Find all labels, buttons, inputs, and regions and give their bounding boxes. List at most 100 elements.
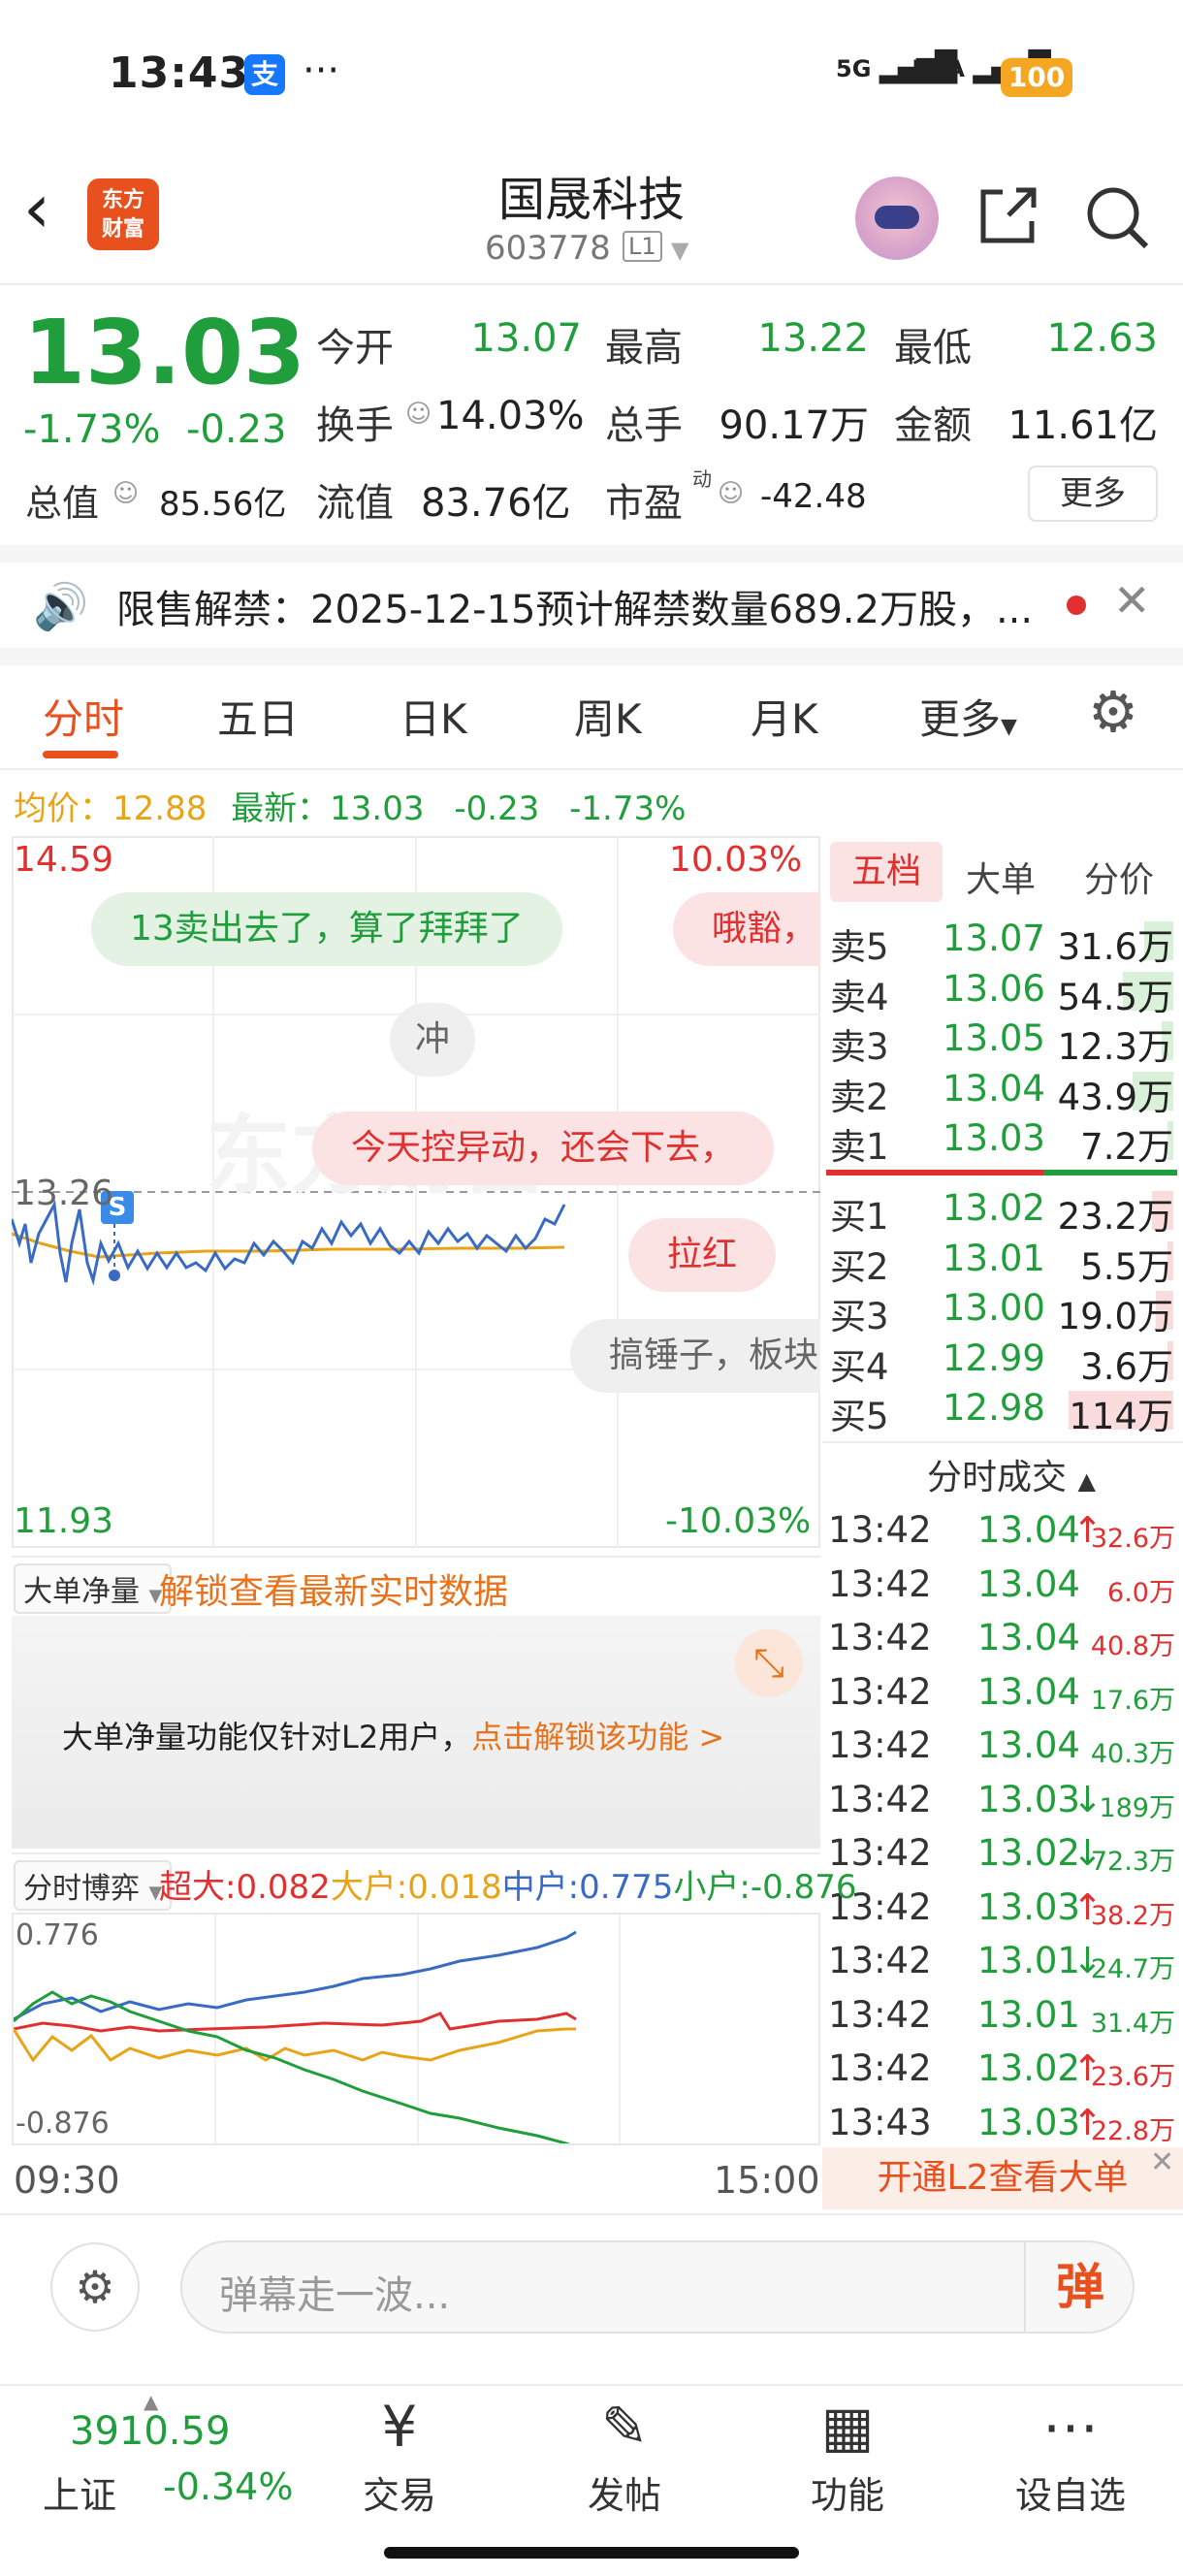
level-label: 卖1: [830, 1126, 889, 1168]
speaker-icon: 🔊: [33, 580, 89, 632]
game-y-top: 0.776: [16, 1918, 99, 1952]
ask-level-row[interactable]: 卖1 13.03 7.2万: [826, 1113, 1177, 1168]
change-percent: -1.73%: [23, 407, 161, 452]
locked-message: 大单净量功能仅针对L2用户，点击解锁该功能 >: [62, 1713, 724, 1757]
unlock-link[interactable]: 解锁查看最新实时数据: [159, 1563, 508, 1614]
index-value-text: 3910.59: [70, 2409, 231, 2454]
level-label: 卖3: [830, 1026, 889, 1068]
search-icon[interactable]: [1082, 182, 1152, 252]
expand-icon[interactable]: ⤡: [735, 1629, 803, 1697]
tick-time: 13:42: [828, 1940, 932, 1981]
bid-level-row[interactable]: 买4 12.99 3.6万: [826, 1334, 1177, 1388]
tab-daily-k[interactable]: 日K: [400, 687, 467, 746]
nav-post[interactable]: ✎ 发帖: [547, 2394, 702, 2519]
share-icon[interactable]: [974, 182, 1041, 250]
level-volume: 19.0万: [1057, 1296, 1173, 1337]
nav-trade[interactable]: ¥ 交易: [322, 2394, 477, 2519]
danmu-bubble[interactable]: 今天控异动，还会下去，: [312, 1111, 775, 1185]
high-label: 最高: [605, 326, 683, 370]
level-volume: 23.2万: [1057, 1196, 1173, 1238]
tick-row: 13:42 13.03 ↓ 189万: [826, 1775, 1181, 1828]
tick-price: 13.01: [977, 1993, 1080, 2036]
nav-functions[interactable]: ▦ 功能: [770, 2394, 925, 2519]
big-order-dropdown[interactable]: 大单净量 ▼: [14, 1563, 173, 1614]
danmu-bubble[interactable]: 哦豁，: [673, 892, 820, 966]
danmu-bubble[interactable]: 搞锤子，板块: [570, 1319, 820, 1393]
tab-monthly-k[interactable]: 月K: [751, 687, 818, 746]
tab-big-orders[interactable]: 大单: [966, 852, 1036, 902]
gear-icon[interactable]: ⚙: [1088, 679, 1138, 745]
close-icon[interactable]: ✕: [1150, 2145, 1174, 2179]
tab-intraday[interactable]: 分时: [43, 687, 124, 746]
open-label: 今开: [316, 326, 394, 370]
danmu-send-button[interactable]: 弹: [1024, 2240, 1135, 2334]
danmu-bubble[interactable]: 13卖出去了，算了拜拜了: [91, 892, 562, 966]
danmu-settings-icon[interactable]: ⚙: [50, 2242, 140, 2332]
tab-five-day[interactable]: 五日: [217, 687, 299, 746]
float-label: 流值: [316, 481, 394, 526]
alipay-icon: 支: [244, 54, 285, 95]
pe-label: 市盈: [605, 481, 683, 526]
section-divider: [0, 648, 1183, 665]
bid-level-row[interactable]: 买3 13.00 19.0万: [826, 1283, 1177, 1337]
tick-price: 13.02: [977, 2047, 1080, 2089]
tab-more[interactable]: 更多▼: [919, 687, 1017, 746]
level-badge[interactable]: L1: [623, 231, 662, 262]
danmu-bubble[interactable]: 冲: [390, 1003, 476, 1077]
chevron-down-icon[interactable]: ▼: [671, 237, 688, 264]
more-notifications-icon: ···: [303, 48, 340, 93]
tick-row: 13:42 13.04 ↑ 32.6万: [826, 1505, 1181, 1559]
tick-price: 13.02: [977, 1832, 1080, 1874]
level-volume: 3.6万: [1080, 1345, 1173, 1388]
tick-row: 13:42 13.01 ↓ 24.7万: [826, 1936, 1181, 1989]
nav-watchlist[interactable]: ⋯ 设自选: [993, 2394, 1148, 2519]
info-icon[interactable]: ☺: [112, 479, 139, 508]
panel-divider: [12, 1852, 820, 1854]
tick-row: 13:42 13.04 40.3万: [826, 1721, 1181, 1774]
super-label: 超大:: [159, 1868, 237, 1907]
notice-text[interactable]: 限售解禁：2025-12-15预计解禁数量689.2万股，...: [116, 578, 1033, 634]
tick-volume: 6.0万: [1107, 1577, 1175, 1608]
ask-level-row[interactable]: 卖3 13.05 12.3万: [826, 1014, 1177, 1068]
close-icon[interactable]: ✕: [1113, 574, 1151, 627]
ai-assistant-face: [875, 206, 919, 229]
info-icon[interactable]: ☺: [718, 479, 744, 508]
change-amount: -0.23: [186, 407, 287, 452]
volume-label: 总手: [605, 403, 683, 448]
ask-level-row[interactable]: 卖5 13.07 31.6万: [826, 914, 1177, 968]
game-chart[interactable]: [12, 1913, 820, 2145]
danmu-bubble[interactable]: 拉红: [628, 1218, 777, 1292]
level-volume: 54.5万: [1057, 976, 1173, 1018]
ask-level-row[interactable]: 卖4 13.06 54.5万: [826, 964, 1177, 1018]
pe-value: -42.48: [760, 477, 867, 516]
home-indicator[interactable]: [384, 2547, 799, 2559]
index-value[interactable]: 3910.59: [70, 2409, 230, 2454]
tab-price-distribution[interactable]: 分价: [1084, 852, 1154, 902]
ob-divider: [822, 1441, 1183, 1443]
bid-level-row[interactable]: 买1 13.02 23.2万: [826, 1183, 1177, 1238]
tab-five-levels[interactable]: 五档: [830, 842, 943, 902]
tick-volume: 189万: [1099, 1792, 1175, 1823]
info-icon[interactable]: ☺: [405, 400, 432, 429]
level-label: 卖2: [830, 1076, 889, 1118]
tick-price: 13.03: [977, 1885, 1080, 1928]
latest-pct: -1.73%: [569, 789, 687, 828]
big-label: 大户:: [330, 1868, 408, 1907]
ticks-title[interactable]: 分时成交 ▲: [927, 1449, 1096, 1499]
tick-time: 13:42: [828, 1617, 932, 1658]
unlock-feature-link[interactable]: 点击解锁该功能 >: [471, 1719, 724, 1755]
tick-price: 13.04: [977, 1670, 1080, 1713]
level-label: 卖4: [830, 976, 889, 1018]
level-price: 12.99: [943, 1336, 1045, 1379]
level-price: 13.03: [943, 1117, 1045, 1159]
tab-weekly-k[interactable]: 周K: [574, 687, 642, 746]
game-dropdown[interactable]: 分时博弈 ▼: [14, 1860, 173, 1911]
ask-level-row[interactable]: 卖2 13.04 43.9万: [826, 1064, 1177, 1118]
open-l2-banner[interactable]: 开通L2查看大单: [822, 2147, 1183, 2209]
more-button[interactable]: 更多: [1028, 466, 1158, 522]
level-label: 买5: [830, 1396, 889, 1437]
bid-level-row[interactable]: 买5 12.98 114万: [826, 1383, 1177, 1437]
arrow-down-icon: ↓: [1072, 1778, 1103, 1820]
bid-level-row[interactable]: 买2 13.01 5.5万: [826, 1234, 1177, 1288]
index-name: 上证: [43, 2474, 117, 2517]
